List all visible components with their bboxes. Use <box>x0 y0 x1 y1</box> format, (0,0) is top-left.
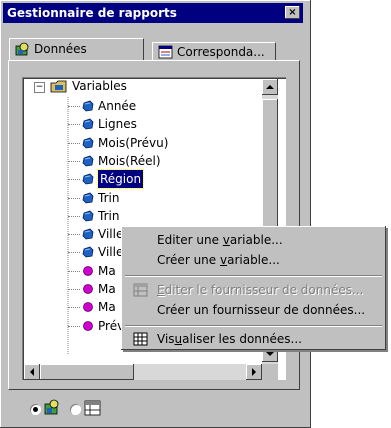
dimension-icon <box>82 118 94 130</box>
arrow-left-icon <box>30 368 34 376</box>
folder-icon <box>50 80 67 93</box>
dimension-icon <box>82 192 94 203</box>
variables-view-icon <box>44 399 59 415</box>
providers-view-icon <box>84 400 101 416</box>
tree-connector <box>68 215 80 217</box>
dimension-icon <box>82 173 94 185</box>
data-provider-icon <box>133 283 148 297</box>
tree-item[interactable]: Lignes <box>98 115 137 133</box>
tab-correspondance[interactable]: Corresponda... <box>152 42 276 60</box>
measure-icon <box>83 265 93 276</box>
dimension-icon <box>82 137 94 149</box>
tree-item[interactable]: Trin <box>98 189 119 207</box>
correspondence-tab-icon <box>158 45 173 59</box>
tree-connector <box>68 124 80 126</box>
tab-label: Corresponda... <box>177 45 265 59</box>
tab-donnees[interactable]: Données <box>9 38 144 60</box>
report-manager-window: Gestionnaire de rapports × Données Corre… <box>0 0 311 428</box>
tab-label: Données <box>34 42 87 56</box>
tree-connector <box>68 252 80 254</box>
scroll-right-button[interactable] <box>246 364 262 380</box>
title-bar[interactable]: Gestionnaire de rapports × <box>3 3 303 23</box>
radio-providers-view[interactable] <box>70 404 81 415</box>
measure-icon <box>83 320 93 331</box>
menu-separator <box>125 275 382 277</box>
menu-item-create-variable[interactable]: Créer une variable... <box>121 250 386 270</box>
dimension-icon <box>82 246 94 258</box>
menu-label: Créer une <box>157 253 220 267</box>
tree-item[interactable]: Ville <box>98 243 123 261</box>
tree-connector <box>68 270 80 272</box>
menu-label: Editer une <box>157 233 223 247</box>
window-title: Gestionnaire de rapports <box>7 6 177 20</box>
scroll-corner <box>262 364 278 380</box>
radio-variables-view[interactable] <box>30 404 41 415</box>
close-button[interactable]: × <box>285 6 300 19</box>
hscroll-thumb[interactable] <box>40 364 134 380</box>
tree-connector <box>68 142 80 144</box>
tree-connector <box>68 179 80 181</box>
arrow-right-icon <box>252 368 256 376</box>
menu-item-view-data[interactable]: Visualiser les données... <box>121 329 386 349</box>
menu-label-rest: ariable... <box>227 253 280 267</box>
tree-connector <box>68 234 80 236</box>
menu-separator <box>125 325 382 327</box>
tree-item[interactable]: Mois(Réel) <box>98 152 161 170</box>
menu-label-rest: aliser les données... <box>182 332 302 346</box>
horizontal-scrollbar[interactable] <box>24 364 262 380</box>
tree-item[interactable]: Mois(Prévu) <box>98 134 168 152</box>
tree-expand-toggle[interactable]: − <box>34 82 45 93</box>
tree-item[interactable]: Ville <box>98 225 123 243</box>
context-menu: Editer une variable... Créer une variabl… <box>121 226 386 350</box>
tree-connector <box>68 197 80 199</box>
tree-item[interactable]: Ma <box>98 280 116 298</box>
menu-label-rest: ariable... <box>229 233 283 247</box>
menu-accel: E <box>157 283 165 297</box>
tree-item[interactable]: Ma <box>98 262 116 280</box>
menu-item-edit-data-provider[interactable]: Editer le fournisseur de données... <box>121 280 386 300</box>
menu-label: Vis <box>157 332 175 346</box>
tree-connector <box>68 289 80 290</box>
dimension-icon <box>82 155 94 167</box>
scroll-up-button[interactable] <box>262 79 278 95</box>
measure-icon <box>83 302 93 313</box>
tree-item[interactable]: Année <box>98 97 136 115</box>
arrow-up-icon <box>266 85 274 89</box>
menu-item-edit-variable[interactable]: Editer une variable... <box>121 230 386 250</box>
data-tab-icon <box>15 42 29 56</box>
tree-item[interactable]: Ma <box>98 298 116 316</box>
dimension-icon <box>82 210 94 222</box>
menu-label: Créer un fournisseur de données... <box>157 303 366 317</box>
tree-item-selected[interactable]: Région <box>96 169 145 190</box>
tree-connector <box>68 160 80 162</box>
tree-connector <box>68 325 80 327</box>
menu-accel: v <box>222 233 230 247</box>
menu-item-create-data-provider[interactable]: Créer un fournisseur de données... <box>121 300 386 320</box>
table-view-icon <box>133 332 148 346</box>
menu-label-rest: diter le fournisseur de données... <box>164 283 364 297</box>
collapse-icon: − <box>35 82 44 92</box>
tree-connector <box>68 106 80 107</box>
tree-root-variables[interactable]: Variables <box>72 77 127 95</box>
measure-icon <box>83 284 93 294</box>
dimension-icon <box>82 100 94 112</box>
scroll-left-button[interactable] <box>24 364 40 380</box>
tree-connector <box>68 307 80 309</box>
tree-item[interactable]: Trin <box>98 207 119 225</box>
dimension-icon <box>82 228 94 240</box>
radio-dot <box>33 407 38 412</box>
menu-accel: u <box>174 332 183 346</box>
